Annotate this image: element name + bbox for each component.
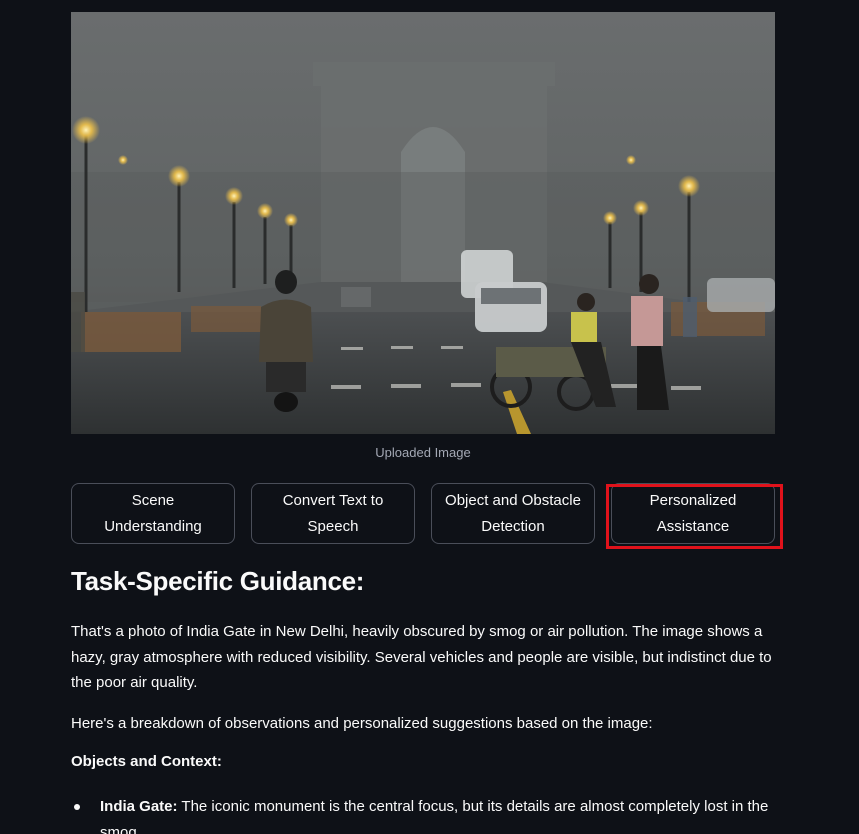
button-label-line2: Detection — [481, 517, 545, 535]
personalized-assistance-button[interactable]: Personalized Assistance — [611, 483, 775, 544]
app-page: Uploaded Image Scene Understanding Conve… — [0, 0, 859, 834]
image-caption: Uploaded Image — [375, 445, 471, 460]
button-label-line2: Understanding — [104, 517, 202, 535]
button-label-line1: Convert Text to — [282, 491, 384, 509]
button-label-line1: Object and Obstacle — [445, 491, 581, 509]
section-label: Objects and Context: — [71, 753, 222, 770]
button-label-line2: Speech — [307, 517, 359, 535]
result-description: That's a photo of India Gate in New Delh… — [71, 623, 772, 691]
list-item-text: The iconic monument is the central focus… — [100, 798, 769, 834]
button-label-line1: Scene — [131, 491, 175, 509]
list-item: India Gate: The iconic monument is the c… — [71, 794, 783, 834]
button-label-line1: Personalized — [649, 491, 737, 509]
convert-text-to-speech-button[interactable]: Convert Text to Speech — [251, 483, 415, 544]
bullet-icon — [74, 804, 80, 810]
observation-list: India Gate: The iconic monument is the c… — [71, 794, 783, 834]
list-item-term: India Gate: — [100, 798, 178, 815]
button-label-line2: Assistance — [656, 517, 730, 535]
scene-understanding-button[interactable]: Scene Understanding — [71, 483, 235, 544]
result-intro: Here's a breakdown of observations and p… — [71, 715, 653, 732]
uploaded-image — [71, 12, 775, 434]
object-obstacle-detection-button[interactable]: Object and Obstacle Detection — [431, 483, 595, 544]
result-heading: Task-Specific Guidance: — [71, 566, 365, 596]
